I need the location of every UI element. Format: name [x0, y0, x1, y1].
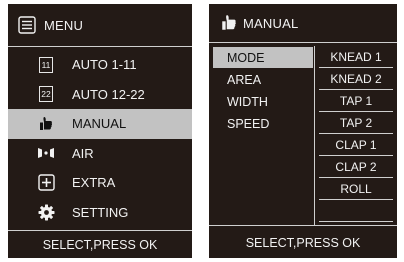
manual-columns: MODE AREA WIDTH SPEED KNEAD 1 KNEAD 2 TA… [209, 46, 397, 226]
menu-item-label: AUTO 12-22 [72, 86, 145, 102]
footer-hint: SELECT,PRESS OK [42, 238, 158, 252]
mode-list: KNEAD 1 KNEAD 2 TAP 1 TAP 2 CLAP 1 CLAP … [319, 46, 393, 226]
menu-item-auto-1-11[interactable]: 11 AUTO 1-11 [8, 50, 192, 80]
gear-icon [36, 204, 56, 221]
header-divider [209, 42, 397, 43]
category-area[interactable]: AREA [209, 69, 318, 90]
manual-menu-screen: MANUAL MODE AREA WIDTH SPEED KNEAD 1 KNE… [209, 4, 397, 258]
category-list: MODE AREA WIDTH SPEED [209, 46, 318, 226]
menu-item-label: EXTRA [72, 175, 116, 191]
mode-option-clap-2[interactable]: CLAP 2 [319, 156, 393, 178]
mode-option-clap-1[interactable]: CLAP 1 [319, 134, 393, 156]
mode-option-knead-1[interactable]: KNEAD 1 [319, 46, 393, 68]
plus-box-icon [36, 174, 56, 191]
menu-item-label: AUTO 1-11 [72, 57, 137, 73]
mode-option-empty [319, 200, 393, 222]
menu-header: MENU [8, 4, 192, 46]
footer-hint: SELECT,PRESS OK [245, 236, 361, 250]
category-width[interactable]: WIDTH [209, 91, 318, 112]
header-divider [8, 46, 192, 47]
calendar-11-icon: 11 [36, 56, 56, 73]
column-divider [314, 46, 315, 226]
main-menu-screen: MENU 11 AUTO 1-11 22 AUTO 12-22 MANUAL A… [8, 4, 192, 258]
mode-option-roll[interactable]: ROLL [319, 178, 393, 200]
mode-option-tap-2[interactable]: TAP 2 [319, 112, 393, 134]
category-mode[interactable]: MODE [213, 47, 313, 68]
mode-option-knead-2[interactable]: KNEAD 2 [319, 68, 393, 90]
menu-item-air[interactable]: AIR [8, 139, 192, 169]
footer-divider [209, 225, 397, 226]
calendar-22-icon: 22 [36, 86, 56, 103]
mode-option-tap-1[interactable]: TAP 1 [319, 90, 393, 112]
air-icon [36, 146, 56, 160]
category-speed[interactable]: SPEED [209, 113, 318, 134]
main-menu-list: 11 AUTO 1-11 22 AUTO 12-22 MANUAL AIR EX… [8, 50, 192, 227]
menu-item-extra[interactable]: EXTRA [8, 168, 192, 198]
menu-item-label: MANUAL [72, 116, 127, 132]
manual-title: MANUAL [243, 15, 299, 31]
menu-item-label: AIR [72, 145, 94, 161]
menu-item-auto-12-22[interactable]: 22 AUTO 12-22 [8, 80, 192, 110]
footer-divider [8, 230, 192, 231]
menu-list-icon [18, 16, 36, 34]
thumbs-up-icon [221, 14, 237, 32]
manual-header: MANUAL [209, 4, 397, 42]
menu-title: MENU [44, 17, 84, 33]
menu-item-manual[interactable]: MANUAL [8, 109, 192, 139]
thumbs-up-icon [36, 116, 56, 132]
menu-item-label: SETTING [72, 204, 129, 220]
menu-item-setting[interactable]: SETTING [8, 198, 192, 228]
